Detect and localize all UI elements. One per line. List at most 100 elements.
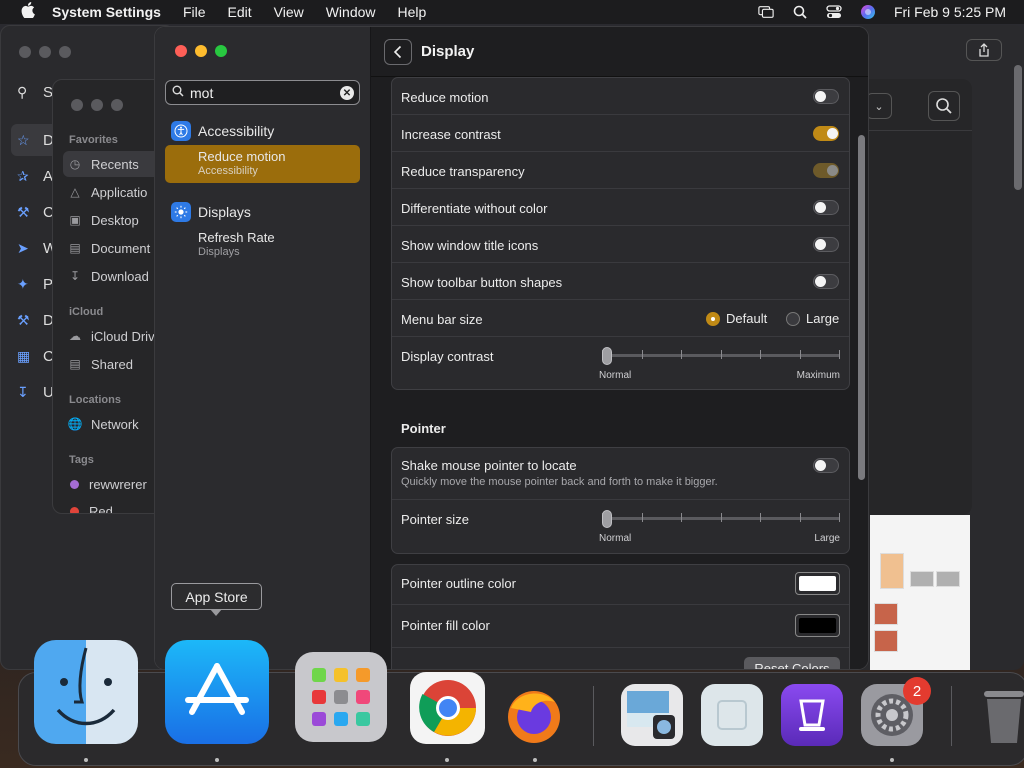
menu-window[interactable]: Window [326, 4, 376, 20]
window-title-icons-toggle[interactable] [813, 237, 839, 252]
app-store-dock-icon[interactable] [165, 640, 269, 744]
setting-row-fill-color: Pointer fill color [392, 605, 849, 648]
zoom-button[interactable] [215, 45, 227, 57]
result-subtitle: Accessibility [198, 165, 258, 177]
screen-mirroring-icon[interactable] [758, 5, 774, 19]
menu-clock[interactable]: Fri Feb 9 5:25 PM [894, 4, 1006, 20]
slider-tick [642, 513, 643, 522]
result-subtitle: Displays [198, 246, 240, 258]
thumbnail-image [874, 603, 898, 625]
reduce-motion-toggle[interactable] [813, 89, 839, 104]
tag-color-dot [70, 479, 79, 489]
clear-search-icon[interactable]: ✕ [340, 86, 354, 100]
setting-label: Pointer size [401, 512, 469, 527]
search-button[interactable] [928, 91, 960, 121]
chrome-dock-icon[interactable] [410, 672, 485, 744]
apple-menu-icon[interactable] [18, 2, 38, 22]
close-button[interactable] [175, 45, 187, 57]
scrollbar[interactable] [1014, 65, 1022, 190]
menu-view[interactable]: View [274, 4, 304, 20]
background-finder-window-right[interactable]: ⌄ [866, 79, 972, 515]
applications-icon: △ [70, 185, 80, 199]
slider-knob[interactable] [602, 510, 612, 528]
finder-dock-icon[interactable] [34, 640, 138, 744]
sidebar-group-displays[interactable]: Displays [171, 202, 251, 222]
displays-icon [171, 202, 191, 222]
scrollbar[interactable] [858, 135, 865, 480]
sidebar-group-accessibility[interactable]: Accessibility [171, 121, 274, 141]
slider-tick [642, 350, 643, 359]
grid-icon: ▦ [17, 348, 31, 364]
menu-app-name[interactable]: System Settings [52, 4, 161, 20]
rocket-icon: ✦ [17, 276, 29, 292]
slider-knob[interactable] [602, 347, 612, 365]
setting-row-display-contrast: Display contrast Normal Maximum [392, 337, 849, 389]
icloud-header: iCloud [69, 306, 104, 318]
finder-item-label: Network [91, 416, 139, 432]
setting-label: Shake mouse pointer to locate [401, 458, 577, 473]
setting-label: Pointer outline color [401, 576, 516, 591]
radio-label: Large [806, 311, 840, 326]
trash-dock-icon[interactable] [978, 684, 1024, 746]
pointer-section-title: Pointer [401, 421, 446, 436]
launchpad-dock-icon[interactable] [295, 652, 387, 742]
chevron-down-icon[interactable]: ⌄ [866, 93, 892, 119]
reset-colors-button[interactable]: Reset Colors [744, 657, 840, 669]
preview-dock-icon[interactable] [621, 684, 683, 746]
menu-bar-size-default-radio[interactable]: Default [706, 311, 767, 326]
finder-item-label: iCloud Driv [91, 328, 155, 344]
slider-tick [800, 513, 801, 522]
reduce-transparency-toggle[interactable] [813, 163, 839, 178]
background-document-preview [870, 515, 970, 670]
pointer-settings-group: Shake mouse pointer to locate Quickly mo… [391, 447, 850, 554]
shake-pointer-toggle[interactable] [813, 458, 839, 473]
download-icon: ↧ [69, 269, 81, 283]
search-result-reduce-motion[interactable]: Reduce motion Accessibility [165, 145, 360, 183]
apple-configurator-dock-icon[interactable] [781, 684, 843, 746]
search-input[interactable]: mot ✕ [165, 80, 360, 105]
setting-row-shake-pointer: Shake mouse pointer to locate Quickly mo… [392, 448, 849, 500]
notification-badge: 2 [903, 677, 931, 705]
generic-app-dock-icon[interactable] [701, 684, 763, 746]
menu-edit[interactable]: Edit [228, 4, 252, 20]
system-settings-window[interactable]: mot ✕ Accessibility Reduce motion Access… [154, 26, 869, 670]
display-contrast-slider[interactable] [602, 347, 840, 365]
dock-separator [951, 686, 952, 746]
control-center-icon[interactable] [826, 5, 842, 19]
radio-dot [786, 311, 800, 326]
globe-icon: 🌐 [67, 417, 83, 431]
siri-icon[interactable] [860, 5, 876, 19]
menu-help[interactable]: Help [398, 4, 427, 20]
setting-row-reduce-motion: Reduce motion [392, 78, 849, 115]
menu-file[interactable]: File [183, 4, 206, 20]
clock-icon: ◷ [69, 157, 81, 171]
pane-title: Display [421, 43, 475, 60]
star-icon: ☆ [17, 132, 30, 148]
running-indicator [445, 758, 449, 762]
toolbar-button-shapes-toggle[interactable] [813, 274, 839, 289]
fill-color-well[interactable] [795, 614, 840, 637]
spotlight-search-icon[interactable] [792, 5, 808, 19]
pane-toolbar: Display [371, 27, 868, 77]
increase-contrast-toggle[interactable] [813, 126, 839, 141]
setting-row-window-title-icons: Show window title icons [392, 226, 849, 263]
finder-item-label: Desktop [91, 212, 139, 228]
differentiate-without-color-toggle[interactable] [813, 200, 839, 215]
sidebar: mot ✕ Accessibility Reduce motion Access… [155, 27, 371, 669]
setting-label: Differentiate without color [401, 201, 548, 216]
finder-item-label: rewwrerer [89, 476, 147, 492]
firefox-dock-icon[interactable] [503, 684, 565, 746]
finder-item-label: Shared [91, 356, 133, 372]
setting-row-reset: Reset Colors [392, 648, 849, 669]
wrench-icon: ⚒ [17, 204, 30, 220]
menu-bar-size-large-radio[interactable]: Large [786, 311, 839, 326]
outline-color-well[interactable] [795, 572, 840, 595]
minimize-button[interactable] [195, 45, 207, 57]
slider-tick [760, 513, 761, 522]
share-button[interactable] [966, 39, 1002, 61]
app-icon: ✰ [17, 168, 29, 184]
search-result-refresh-rate[interactable]: Refresh Rate Displays [165, 226, 360, 264]
finder-item-label: Red [89, 503, 113, 514]
back-button[interactable] [384, 38, 412, 65]
pointer-size-slider[interactable] [602, 510, 840, 528]
